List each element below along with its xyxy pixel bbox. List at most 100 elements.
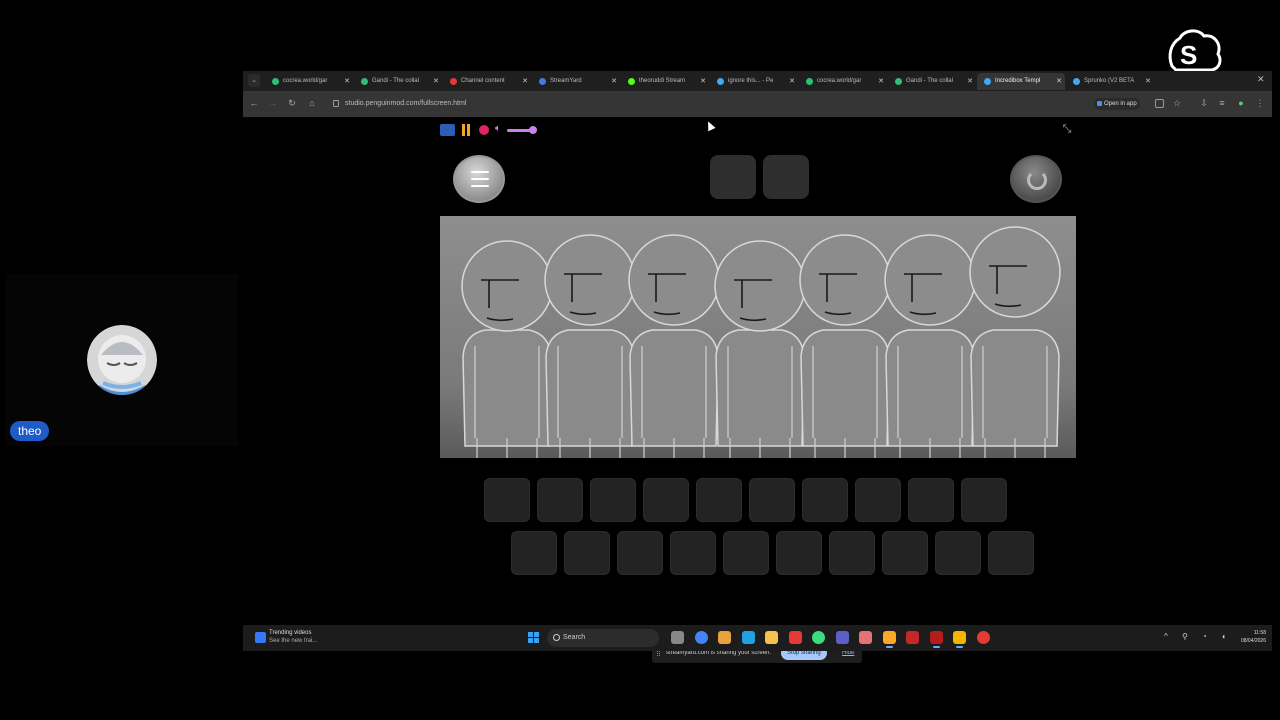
task-view-icon[interactable] <box>671 631 684 644</box>
app-icon[interactable] <box>953 631 966 648</box>
sound-slot[interactable] <box>484 478 530 522</box>
sound-slot[interactable] <box>908 478 954 522</box>
site-info-icon[interactable] <box>333 100 339 107</box>
top-slot[interactable] <box>710 155 756 199</box>
game-stage[interactable] <box>440 142 1076 620</box>
tab-search-icon[interactable]: ⌄ <box>248 74 260 87</box>
character[interactable] <box>461 240 553 458</box>
green-flag-icon[interactable] <box>440 124 455 136</box>
tab-title: Incredibox Templ <box>995 78 1041 84</box>
system-tray[interactable]: ^ ⚲ ◔ ◖ <box>1164 632 1232 641</box>
widgets-icon <box>255 632 266 643</box>
extensions-icon[interactable]: ≡ <box>1216 98 1228 108</box>
reload-icon[interactable]: ↻ <box>286 98 298 109</box>
close-window-icon[interactable]: ✕ <box>1257 74 1265 85</box>
obs-icon[interactable] <box>976 631 990 644</box>
news-widget[interactable]: Trending videos See the new trai... <box>255 629 355 647</box>
browser-tab[interactable]: Sprunko (V2 BETA ✕ <box>1066 73 1154 90</box>
file-explorer-icon[interactable] <box>765 631 778 644</box>
reset-button[interactable] <box>1010 155 1062 203</box>
bookmark-star-icon[interactable]: ☆ <box>1171 98 1183 109</box>
download-icon[interactable]: ⇩ <box>1198 98 1210 109</box>
exit-fullscreen-icon[interactable]: ⤡ <box>1060 123 1074 136</box>
close-tab-icon[interactable]: ✕ <box>878 73 884 90</box>
home-icon[interactable]: ⌂ <box>306 98 318 108</box>
sound-slot[interactable] <box>882 531 928 575</box>
browser-tab[interactable]: Channel content ✕ <box>443 73 531 90</box>
character[interactable] <box>628 234 720 458</box>
sound-slot[interactable] <box>696 478 742 522</box>
start-icon[interactable] <box>528 632 539 643</box>
sound-slot[interactable] <box>802 478 848 522</box>
open-in-app-button[interactable]: Open in app <box>1094 98 1140 110</box>
browser-tab[interactable]: Gandi - The collal ✕ <box>888 73 976 90</box>
close-tab-icon[interactable]: ✕ <box>1145 73 1151 90</box>
sound-slot[interactable] <box>961 478 1007 522</box>
sound-slot[interactable] <box>670 531 716 575</box>
sound-slot[interactable] <box>564 531 610 575</box>
close-tab-icon[interactable]: ✕ <box>522 73 528 90</box>
kick-icon <box>628 78 635 85</box>
app-icon[interactable] <box>859 631 872 644</box>
character[interactable] <box>969 226 1061 458</box>
sound-slot[interactable] <box>749 478 795 522</box>
pause-icon[interactable] <box>461 124 471 136</box>
sound-slot[interactable] <box>829 531 875 575</box>
install-icon[interactable] <box>1155 99 1164 108</box>
volume-icon[interactable]: 🔈︎ <box>495 123 501 134</box>
volume-slider-handle[interactable] <box>529 126 537 134</box>
youtube-icon[interactable] <box>788 631 802 644</box>
news-subtitle: See the new trai... <box>269 638 318 644</box>
character[interactable] <box>799 234 891 458</box>
teams-icon[interactable] <box>835 631 849 644</box>
chrome-beta-icon[interactable] <box>812 631 825 644</box>
character[interactable] <box>714 240 806 458</box>
sound-slot[interactable] <box>511 531 557 575</box>
chrome-icon[interactable] <box>694 631 708 644</box>
sound-slot[interactable] <box>855 478 901 522</box>
edge-icon[interactable] <box>741 631 755 644</box>
app-icon[interactable] <box>906 631 919 644</box>
sound-slot[interactable] <box>988 531 1034 575</box>
back-icon[interactable]: ← <box>248 98 260 108</box>
close-tab-icon[interactable]: ✕ <box>789 73 795 90</box>
sound-slot[interactable] <box>617 531 663 575</box>
sound-slot[interactable] <box>935 531 981 575</box>
app-icon[interactable] <box>929 631 943 648</box>
taskbar-search[interactable]: Search <box>547 629 659 647</box>
browser-tab[interactable]: ignore this... - Pe ✕ <box>710 73 798 90</box>
browser-tab[interactable]: cocrea.world/gar ✕ <box>799 73 887 90</box>
penguinmod-icon <box>717 78 724 85</box>
close-tab-icon[interactable]: ✕ <box>967 73 973 90</box>
close-tab-icon[interactable]: ✕ <box>611 73 617 90</box>
characters-stage <box>440 216 1076 458</box>
app-icon[interactable] <box>718 631 731 644</box>
chrome-canary-icon[interactable] <box>882 631 896 648</box>
streamyard-icon <box>539 78 546 85</box>
sound-slot[interactable] <box>590 478 636 522</box>
close-tab-icon[interactable]: ✕ <box>344 73 350 90</box>
sound-slot[interactable] <box>537 478 583 522</box>
participant-tile[interactable]: theo <box>6 274 238 446</box>
character[interactable] <box>544 234 636 458</box>
menu-button[interactable] <box>453 155 505 203</box>
browser-tab[interactable]: cocrea.world/gar ✕ <box>265 73 353 90</box>
browser-tab[interactable]: Incredibox Templ ✕ <box>977 73 1065 90</box>
close-tab-icon[interactable]: ✕ <box>1056 73 1062 90</box>
stop-icon[interactable] <box>479 125 489 135</box>
character[interactable] <box>884 234 976 458</box>
profile-icon[interactable]: ● <box>1235 98 1247 108</box>
sound-slot[interactable] <box>776 531 822 575</box>
url-field[interactable]: studio.penguinmod.com/fullscreen.html <box>331 96 1076 112</box>
close-tab-icon[interactable]: ✕ <box>433 73 439 90</box>
clock[interactable]: 11:58 08/04/2026 <box>1226 629 1266 645</box>
sound-slot[interactable] <box>723 531 769 575</box>
forward-icon[interactable]: → <box>267 98 279 108</box>
sound-slot[interactable] <box>643 478 689 522</box>
browser-tab[interactable]: Gandi - The collal ✕ <box>354 73 442 90</box>
menu-dots-icon[interactable]: ⋮ <box>1254 98 1266 109</box>
top-slot[interactable] <box>763 155 809 199</box>
browser-tab[interactable]: StreamYard ✕ <box>532 73 620 90</box>
browser-tab[interactable]: theoruddi Stream ✕ <box>621 73 709 90</box>
close-tab-icon[interactable]: ✕ <box>700 73 706 90</box>
